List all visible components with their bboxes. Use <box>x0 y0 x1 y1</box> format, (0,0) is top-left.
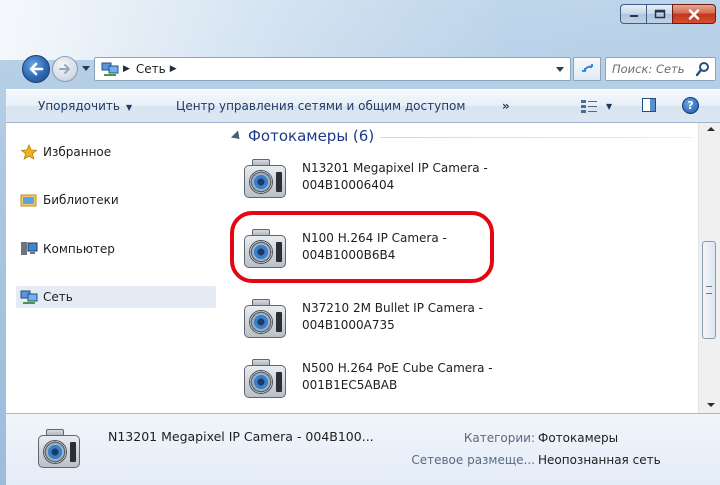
view-options-icon <box>581 100 597 113</box>
details-category-value: Фотокамеры <box>538 431 619 445</box>
recent-pages-dropdown[interactable] <box>82 66 90 71</box>
group-header[interactable]: Фотокамеры (6) <box>230 127 375 145</box>
search-icon[interactable] <box>695 61 711 77</box>
search-input[interactable]: Поиск: Сеть <box>612 62 695 76</box>
sidebar-item-label: Избранное <box>43 145 112 159</box>
forward-arrow-icon <box>59 64 70 74</box>
details-category-label: Категории: <box>463 431 535 445</box>
sidebar-item-label: Сеть <box>43 290 73 304</box>
details-item-name: N13201 Megapixel IP Camera - 004B100... <box>108 429 374 444</box>
network-icon <box>20 289 38 305</box>
refresh-button[interactable] <box>573 57 601 81</box>
details-location-label: Сетевое размеще... <box>411 453 535 467</box>
chevron-down-icon: ▼ <box>125 103 133 112</box>
breadcrumb-separator-icon[interactable]: ▶ <box>123 64 130 74</box>
address-history-dropdown[interactable] <box>556 67 564 72</box>
item-id: 004B10006404 <box>302 178 395 192</box>
sidebar-item-computer[interactable]: Компьютер <box>20 238 115 260</box>
list-item[interactable]: N500 H.264 PoE Cube Camera - 001B1EC5ABAB <box>240 347 500 407</box>
group-divider <box>380 137 692 138</box>
help-button[interactable]: ? <box>682 97 699 114</box>
sidebar-item-label: Библиотеки <box>43 193 119 207</box>
libraries-icon <box>20 192 38 208</box>
maximize-icon <box>654 9 665 19</box>
organize-menu[interactable]: Упорядочить ▼ <box>38 99 132 113</box>
change-view-button[interactable]: ▼ <box>580 97 614 115</box>
item-name: N37210 2M Bullet IP Camera - <box>302 301 484 315</box>
forward-button[interactable] <box>52 56 78 82</box>
camera-icon <box>240 294 290 340</box>
details-location-value: Неопознанная сеть <box>538 453 661 467</box>
command-bar: Упорядочить ▼ Центр управления сетями и о… <box>6 89 720 123</box>
close-button[interactable] <box>672 4 716 24</box>
file-list: Фотокамеры (6) N13201 Megapixel IP Camer… <box>218 123 698 413</box>
item-id: 004B1000A735 <box>302 318 395 332</box>
item-name: N13201 Megapixel IP Camera - <box>302 161 488 175</box>
network-center-link[interactable]: Центр управления сетями и общим доступом <box>176 99 465 113</box>
camera-icon <box>240 154 290 200</box>
minimize-button[interactable] <box>620 4 646 24</box>
search-box[interactable]: Поиск: Сеть <box>605 57 716 81</box>
item-id: 001B1EC5ABAB <box>302 378 398 392</box>
caption-buttons <box>620 4 716 24</box>
window-gloss <box>0 0 720 60</box>
organize-label: Упорядочить <box>38 99 120 113</box>
scroll-up-icon[interactable] <box>707 127 715 131</box>
sidebar-item-libraries[interactable]: Библиотеки <box>20 189 119 211</box>
address-bar[interactable]: ▶ Сеть ▶ <box>94 57 571 81</box>
back-arrow-icon <box>29 62 44 76</box>
breadcrumb-separator-icon[interactable]: ▶ <box>170 64 177 74</box>
camera-icon <box>34 424 84 470</box>
close-icon <box>688 8 700 20</box>
minimize-icon <box>629 15 638 17</box>
item-name: N500 H.264 PoE Cube Camera - <box>302 361 493 375</box>
sidebar-item-network[interactable]: Сеть <box>16 286 216 308</box>
sidebar-item-favorites[interactable]: Избранное <box>20 141 111 163</box>
client-area: Избранное Библиотеки Компьютер Сеть Фото… <box>6 123 720 413</box>
scroll-down-icon[interactable] <box>707 403 715 407</box>
breadcrumb-network[interactable]: Сеть <box>136 62 166 76</box>
list-item[interactable]: N13201 Megapixel IP Camera - 004B10006404 <box>240 147 500 207</box>
list-item[interactable]: N37210 2M Bullet IP Camera - 004B1000A735 <box>240 287 500 347</box>
camera-icon <box>240 354 290 400</box>
overflow-button[interactable]: » <box>502 99 510 113</box>
computer-icon <box>20 241 38 257</box>
vertical-scrollbar[interactable] <box>698 123 720 413</box>
collapse-triangle-icon[interactable] <box>230 129 244 143</box>
back-button[interactable] <box>22 55 50 83</box>
chevron-down-icon: ▼ <box>606 101 613 111</box>
highlight-ring <box>230 211 494 283</box>
group-title: Фотокамеры (6) <box>248 127 375 145</box>
star-icon <box>20 144 38 160</box>
details-pane: N13201 Megapixel IP Camera - 004B100... … <box>6 413 720 485</box>
navigation-pane: Избранное Библиотеки Компьютер Сеть <box>6 123 218 413</box>
maximize-button[interactable] <box>646 4 672 24</box>
network-icon <box>101 61 119 77</box>
sidebar-item-label: Компьютер <box>43 242 115 256</box>
navigation-bar: ▶ Сеть ▶ Поиск: Сеть <box>0 52 720 88</box>
scrollbar-thumb[interactable] <box>702 241 716 339</box>
preview-pane-button[interactable] <box>642 98 656 112</box>
refresh-icon <box>582 64 593 72</box>
